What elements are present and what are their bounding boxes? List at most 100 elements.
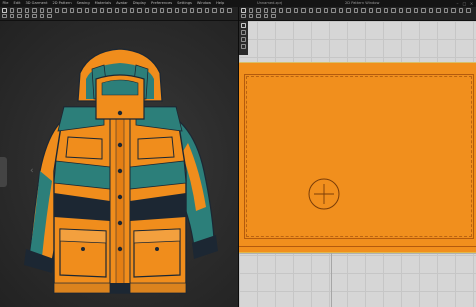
notch-icon[interactable] — [331, 8, 336, 13]
menu-display[interactable]: Display — [130, 0, 148, 7]
polygon-icon[interactable] — [271, 8, 276, 13]
graphic-2d-icon[interactable] — [383, 8, 388, 13]
menu-help[interactable]: Help — [214, 0, 227, 7]
zoom-tool-icon[interactable] — [17, 13, 22, 18]
menu-window[interactable]: Window — [194, 0, 213, 7]
cut-tool-icon[interactable] — [197, 8, 202, 13]
light-tool-icon[interactable] — [39, 13, 44, 18]
record-tool-icon[interactable] — [152, 8, 157, 13]
camera-tool-icon[interactable] — [137, 8, 142, 13]
edit-pattern-icon[interactable] — [248, 8, 253, 13]
minimize-icon[interactable]: – — [455, 1, 460, 6]
symmetry-icon[interactable] — [421, 8, 426, 13]
free-sewing-icon[interactable] — [353, 8, 358, 13]
simulate-tool-icon[interactable] — [77, 8, 82, 13]
pin-tool-icon[interactable] — [32, 8, 37, 13]
undo-2d-icon[interactable] — [263, 13, 268, 18]
rotate-tool-icon[interactable] — [17, 8, 22, 13]
seam-allowance-icon[interactable] — [338, 8, 343, 13]
add-point-icon[interactable] — [263, 8, 268, 13]
settings-2d-icon[interactable] — [241, 13, 246, 18]
check-sewing-icon[interactable] — [361, 8, 366, 13]
display-2d-icon[interactable] — [458, 8, 463, 13]
maximize-icon[interactable]: □ — [462, 1, 467, 6]
jacket-3d-model[interactable] — [0, 21, 238, 307]
grid-tool-icon[interactable] — [32, 13, 37, 18]
segment-sewing-icon[interactable] — [346, 8, 351, 13]
menu-sewing[interactable]: Sewing — [74, 0, 92, 7]
brush-tool-icon[interactable] — [54, 8, 59, 13]
rectangle-icon[interactable] — [278, 8, 283, 13]
internal-rectangle-icon[interactable] — [301, 8, 306, 13]
ruler-vertical-icon[interactable] — [241, 37, 246, 42]
toolbar-3d — [0, 7, 238, 21]
zipper-tool-icon[interactable] — [107, 8, 112, 13]
topstitch-2d-icon[interactable] — [391, 8, 396, 13]
menu-preferences[interactable]: Preferences — [149, 0, 175, 7]
ruler-icon[interactable] — [406, 8, 411, 13]
pointer-icon[interactable] — [241, 23, 246, 28]
trace-icon[interactable] — [323, 8, 328, 13]
fold-arrangement-icon[interactable] — [368, 8, 373, 13]
settings-tool-icon[interactable] — [47, 13, 52, 18]
topstitch-tool-icon[interactable] — [122, 8, 127, 13]
grading-icon[interactable] — [413, 8, 418, 13]
close-icon[interactable]: × — [469, 1, 474, 6]
annotation-icon[interactable] — [398, 8, 403, 13]
dart-icon[interactable] — [316, 8, 321, 13]
move-tool-icon[interactable] — [9, 8, 14, 13]
redo-2d-icon[interactable] — [271, 13, 276, 18]
avatar-tool-icon[interactable] — [62, 8, 67, 13]
reset-2d-icon[interactable] — [256, 13, 261, 18]
layer-tool-icon[interactable] — [189, 8, 194, 13]
internal-polygon-icon[interactable] — [293, 8, 298, 13]
grid-2d-icon[interactable] — [451, 8, 456, 13]
elastic-tool-icon[interactable] — [219, 8, 224, 13]
undo-tool-icon[interactable] — [2, 13, 7, 18]
menu-settings[interactable]: Settings — [175, 0, 195, 7]
fit-map-tool-icon[interactable] — [167, 8, 172, 13]
crosshair-target-icon[interactable] — [307, 177, 341, 211]
graphic-tool-icon[interactable] — [114, 8, 119, 13]
texture-edit-icon[interactable] — [376, 8, 381, 13]
zoom-2d-icon[interactable] — [436, 8, 441, 13]
circle-icon[interactable] — [286, 8, 291, 13]
texture-tool-icon[interactable] — [84, 8, 89, 13]
tape-tool-icon[interactable] — [212, 8, 217, 13]
strain-map-tool-icon[interactable] — [174, 8, 179, 13]
piping-tool-icon[interactable] — [129, 8, 134, 13]
fold-tool-icon[interactable] — [24, 8, 29, 13]
viewport-3d[interactable]: ‹ — [0, 21, 238, 307]
viewport-2d[interactable] — [239, 21, 476, 307]
menu-edit[interactable]: Edit — [11, 0, 23, 7]
hanger-tool-icon[interactable] — [69, 8, 74, 13]
menu-3d-garment[interactable]: 3D Garment — [23, 0, 50, 7]
fit-2d-icon[interactable] — [248, 13, 253, 18]
edit-curve-point-icon[interactable] — [256, 8, 261, 13]
select-tool-icon[interactable] — [2, 8, 7, 13]
button-tool-icon[interactable] — [99, 8, 104, 13]
export-2d-icon[interactable] — [466, 8, 471, 13]
grid-guide-vertical — [331, 253, 332, 307]
eye-icon[interactable] — [241, 44, 246, 49]
menu-2d-pattern[interactable]: 2D Pattern — [50, 0, 74, 7]
menu-file[interactable]: File — [0, 0, 11, 7]
pan-2d-icon[interactable] — [443, 8, 448, 13]
pen-icon[interactable] — [241, 30, 246, 35]
render-tool-icon[interactable] — [159, 8, 164, 13]
snapshot-tool-icon[interactable] — [182, 8, 187, 13]
tack-tool-icon[interactable] — [39, 8, 44, 13]
menu-avatar[interactable]: Avatar — [114, 0, 131, 7]
sew-tool-icon[interactable] — [204, 8, 209, 13]
measure-tool-icon[interactable] — [47, 8, 52, 13]
view-tool-icon[interactable] — [144, 8, 149, 13]
panel-title: 2D Pattern Window — [345, 1, 380, 5]
transform-pattern-icon[interactable] — [241, 8, 246, 13]
layout-icon[interactable] — [428, 8, 433, 13]
trim-tool-icon[interactable] — [92, 8, 97, 13]
internal-circle-icon[interactable] — [308, 8, 313, 13]
redo-tool-icon[interactable] — [9, 13, 14, 18]
reset-tool-icon[interactable] — [227, 8, 232, 13]
menu-materials[interactable]: Materials — [92, 0, 113, 7]
pan-tool-icon[interactable] — [24, 13, 29, 18]
